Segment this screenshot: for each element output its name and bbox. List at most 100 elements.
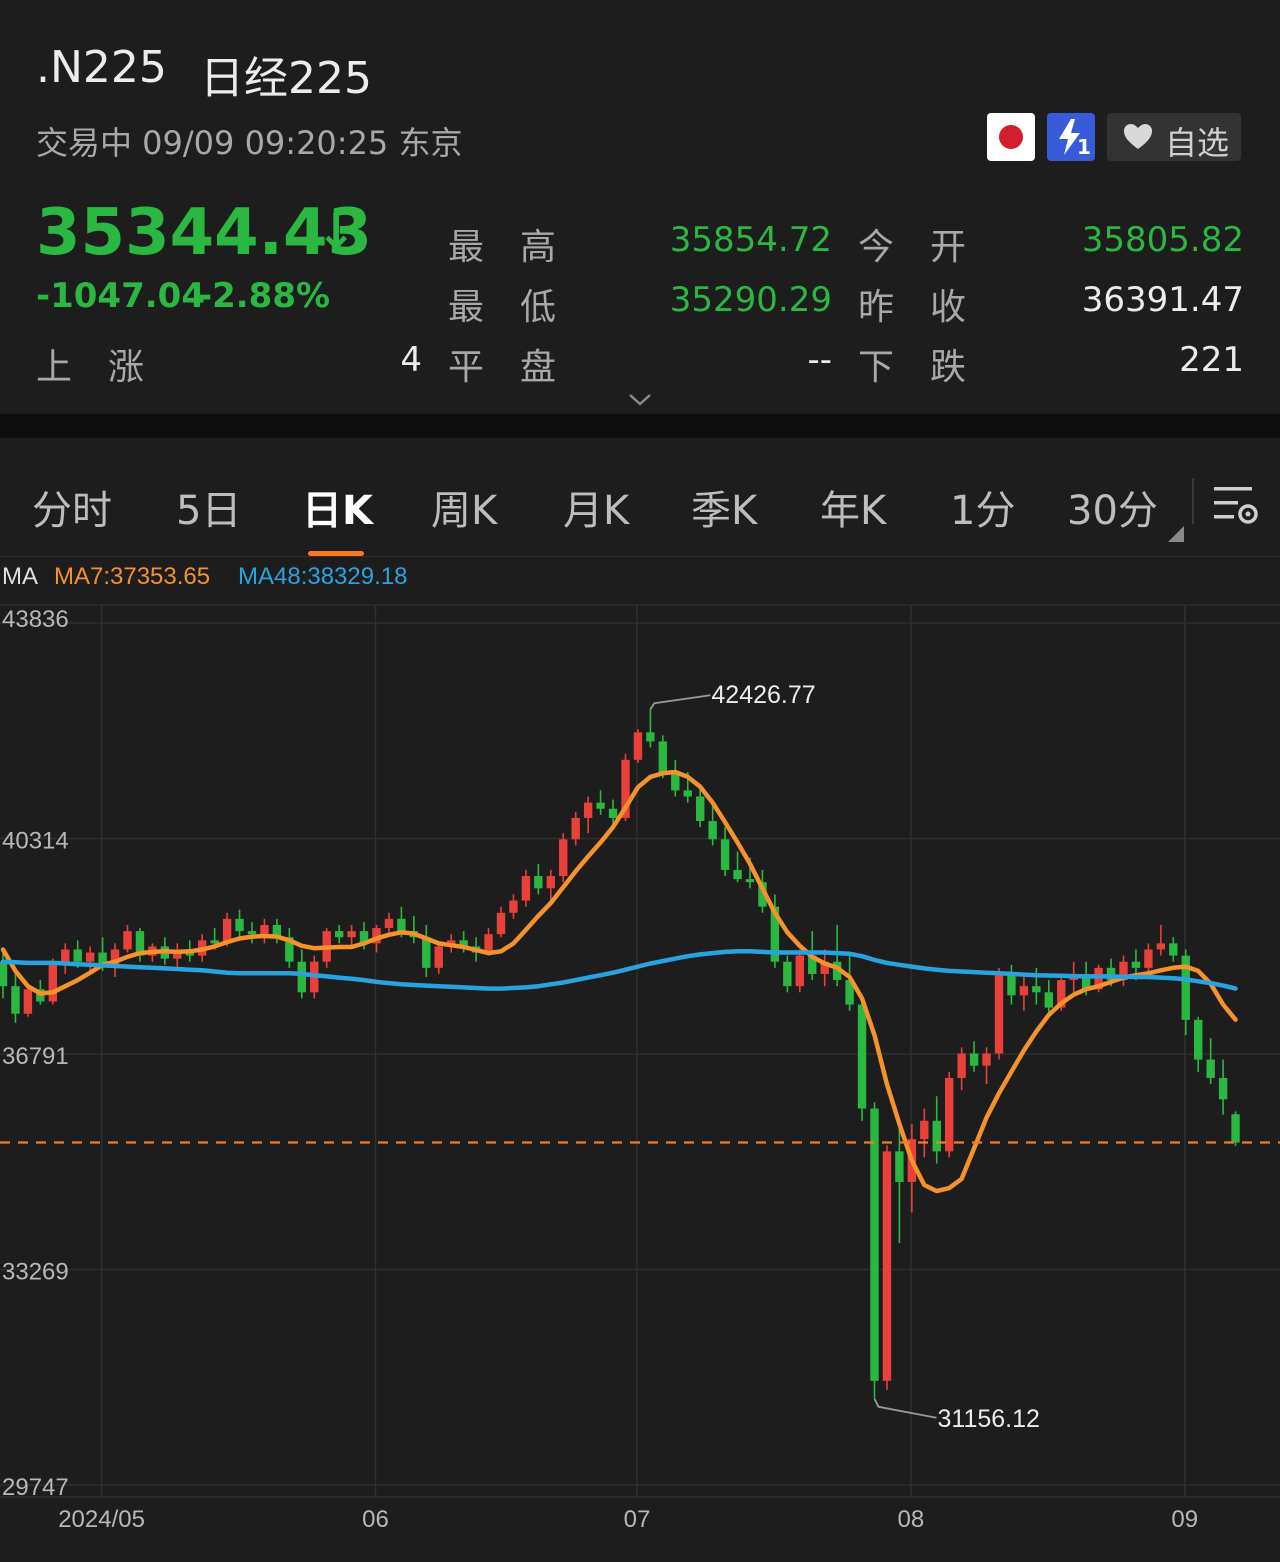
x-tick-label: 06 bbox=[362, 1506, 389, 1533]
x-tick-label: 07 bbox=[624, 1506, 651, 1533]
candle-body bbox=[870, 1108, 879, 1381]
more-periods-corner-icon[interactable] bbox=[1166, 524, 1186, 544]
candle-body bbox=[1156, 943, 1166, 950]
candle-body bbox=[559, 839, 568, 877]
candle-body bbox=[1019, 986, 1029, 996]
candle-body bbox=[48, 964, 57, 1002]
x-tick-label: 2024/05 bbox=[58, 1506, 145, 1533]
candle-body bbox=[969, 1053, 979, 1066]
candle-body bbox=[210, 940, 219, 944]
ma7-legend: MA7:37353.65 bbox=[54, 563, 210, 590]
candle-body bbox=[397, 918, 406, 932]
max-price-label: 42426.77 bbox=[711, 681, 815, 709]
add-watchlist-button[interactable]: 自选 bbox=[1107, 113, 1241, 162]
candle-body bbox=[882, 1151, 892, 1381]
low-value: 35290.29 bbox=[669, 280, 832, 320]
candle-body bbox=[546, 876, 555, 889]
decliners-value: 221 bbox=[1179, 340, 1244, 380]
candle-body bbox=[484, 934, 493, 953]
ma-label: MA bbox=[2, 563, 38, 590]
candle-body bbox=[982, 1053, 991, 1066]
candle-body bbox=[1044, 992, 1053, 1008]
candle-body bbox=[1144, 949, 1153, 968]
section-divider bbox=[0, 414, 1280, 438]
level1-quote-icon[interactable]: 1 bbox=[1047, 113, 1095, 161]
tab-intraday[interactable]: 分时 bbox=[32, 478, 112, 536]
symbol-code: .N225 bbox=[36, 42, 167, 93]
tab-monthly-k[interactable]: 月K bbox=[563, 478, 629, 536]
candle-body bbox=[857, 1004, 867, 1109]
candle-body bbox=[23, 989, 33, 1014]
ma48-line bbox=[0, 949, 1238, 991]
candle-body bbox=[384, 918, 394, 929]
candle-body bbox=[434, 946, 443, 968]
high-value: 35854.72 bbox=[669, 220, 832, 260]
candle-body bbox=[957, 1053, 966, 1078]
ma7-line bbox=[0, 769, 1238, 1194]
min-marker-line bbox=[873, 1398, 937, 1419]
down-arrow-icon: ↓ bbox=[316, 204, 357, 260]
japan-flag-icon[interactable] bbox=[987, 113, 1035, 161]
candle-body bbox=[895, 1151, 904, 1182]
tab-quarterly-k[interactable]: 季K bbox=[691, 478, 757, 536]
candle-body bbox=[1206, 1059, 1215, 1078]
unchanged-value: -- bbox=[807, 340, 832, 380]
candle-body bbox=[745, 879, 755, 883]
kline-chart[interactable]: MA MA7:37353.65 MA48:38329.18 43836 40314… bbox=[0, 558, 1280, 1562]
candle-body bbox=[1032, 986, 1041, 993]
candle-body bbox=[608, 808, 618, 818]
candle-body bbox=[347, 931, 356, 938]
candle-body bbox=[0, 961, 8, 987]
trading-status: 交易中 09/09 09:20:25 东京 bbox=[36, 124, 463, 162]
price-change: -1047.04 bbox=[36, 276, 205, 316]
index-name: 日经225 bbox=[200, 53, 372, 104]
candle-body bbox=[534, 876, 543, 889]
tab-5day[interactable]: 5日 bbox=[176, 478, 241, 536]
y-tick-label: 43836 bbox=[2, 606, 69, 633]
x-tick-label: 08 bbox=[897, 1506, 924, 1533]
candle-body bbox=[783, 961, 792, 987]
candle-body bbox=[123, 931, 132, 950]
candle-body bbox=[658, 741, 668, 773]
candle-body bbox=[496, 912, 506, 935]
candle-body bbox=[247, 931, 257, 935]
candle-body bbox=[994, 973, 1004, 1054]
chart-settings-icon[interactable] bbox=[1212, 483, 1260, 527]
expand-chevron-icon[interactable] bbox=[628, 392, 652, 408]
candle-body bbox=[11, 986, 20, 1014]
x-tick-label: 09 bbox=[1171, 1506, 1198, 1533]
unchanged-label: 平 盘 bbox=[448, 347, 557, 388]
prev-close-label: 昨 收 bbox=[858, 287, 967, 328]
tab-daily-k[interactable]: 日K bbox=[302, 478, 373, 536]
y-tick-label: 29747 bbox=[2, 1474, 69, 1501]
candle-body bbox=[1007, 973, 1016, 996]
watchlist-label: 自选 bbox=[1165, 124, 1230, 162]
candle-body bbox=[596, 802, 605, 809]
y-tick-label: 40314 bbox=[2, 827, 69, 854]
tab-30min[interactable]: 30分 bbox=[1067, 478, 1158, 536]
candle-body bbox=[260, 924, 269, 935]
tab-1min[interactable]: 1分 bbox=[950, 478, 1015, 536]
candle-body bbox=[297, 961, 306, 993]
tab-yearly-k[interactable]: 年K bbox=[820, 478, 886, 536]
min-price-label: 31156.12 bbox=[938, 1405, 1040, 1433]
candle-body bbox=[920, 1120, 929, 1140]
candle-body bbox=[509, 900, 518, 913]
candle-body bbox=[1194, 1019, 1203, 1060]
candle-body bbox=[683, 790, 692, 797]
prev-close-value: 36391.47 bbox=[1081, 280, 1244, 320]
candle-body bbox=[235, 918, 244, 932]
candle-body bbox=[583, 802, 593, 818]
decliners-label: 下 跌 bbox=[858, 347, 967, 388]
open-label: 今 开 bbox=[858, 227, 967, 268]
price-change-pct: -2.88% bbox=[198, 276, 331, 316]
y-tick-label: 36791 bbox=[2, 1043, 69, 1070]
tab-weekly-k[interactable]: 周K bbox=[431, 478, 497, 536]
candle-body bbox=[1231, 1114, 1240, 1143]
candle-body bbox=[945, 1077, 954, 1152]
candle-body bbox=[696, 796, 705, 821]
candle-body bbox=[932, 1120, 941, 1152]
candle-body bbox=[708, 820, 717, 840]
candle-body bbox=[1131, 961, 1141, 968]
candle-body bbox=[85, 952, 95, 962]
